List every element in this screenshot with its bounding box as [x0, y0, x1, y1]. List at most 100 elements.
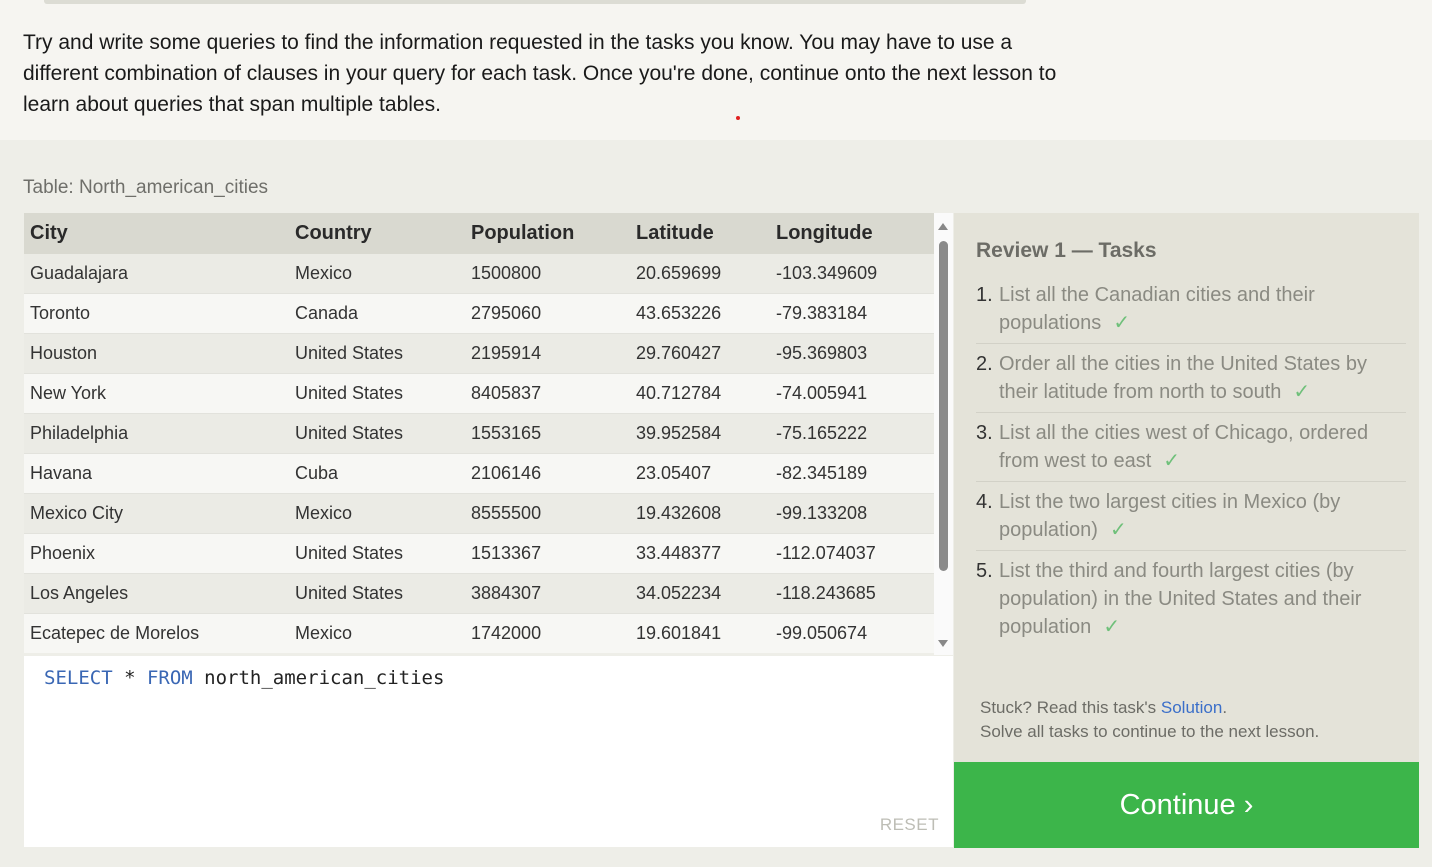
- task-item: 5. List the third and fourth largest citi…: [976, 557, 1406, 647]
- lesson-intro: Try and write some queries to find the i…: [0, 0, 1432, 140]
- table-cell: United States: [289, 333, 465, 374]
- table-row: Philadelphia United States 1553165 39.95258…: [24, 413, 934, 454]
- table-cell: 29.760427: [630, 333, 770, 374]
- table-cell: -99.133208: [770, 493, 934, 534]
- sql-query-line[interactable]: SELECT * FROM north_american_cities: [44, 667, 444, 689]
- continue-button[interactable]: Continue ›: [954, 762, 1419, 848]
- intro-text: Try and write some queries to find the i…: [23, 31, 1057, 116]
- table-cell: 2106146: [465, 453, 630, 494]
- checkmark-icon: ✓: [1163, 450, 1181, 472]
- table-cell: Guadalajara: [24, 254, 289, 294]
- cursor-dot: [736, 116, 740, 120]
- table-cell: 2195914: [465, 333, 630, 374]
- table-cell: New York: [24, 373, 289, 414]
- table-row: Houston United States 2195914 29.760427 -95.…: [24, 333, 934, 374]
- table-caption: Table: North_american_cities: [23, 177, 269, 198]
- table-cell: -99.050674: [770, 613, 934, 653]
- table-scrollbar[interactable]: [934, 213, 953, 655]
- table-cell: Mexico: [289, 613, 465, 653]
- table-cell: Mexico: [289, 254, 465, 294]
- column-header: Country: [289, 213, 465, 254]
- table-cell: 33.448377: [630, 533, 770, 574]
- table-cell: Houston: [24, 333, 289, 374]
- scroll-down-arrow-icon[interactable]: [938, 640, 948, 647]
- table-cell: Mexico: [289, 493, 465, 534]
- results-table-container[interactable]: City Country Population Latitude Longitu…: [24, 213, 934, 653]
- table-header-row: City Country Population Latitude Longitu…: [24, 213, 934, 254]
- table-cell: Los Angeles: [24, 573, 289, 614]
- column-header: Longitude: [770, 213, 934, 254]
- table-cell: -118.243685: [770, 573, 934, 614]
- checkmark-icon: ✓: [1103, 616, 1121, 638]
- table-cell: 1500800: [465, 254, 630, 294]
- table-cell: United States: [289, 533, 465, 574]
- table-row: Toronto Canada 2795060 43.653226 -79.383184: [24, 293, 934, 334]
- table-cell: Mexico City: [24, 493, 289, 534]
- stuck-suffix: .: [1222, 698, 1228, 717]
- table-cell: Havana: [24, 453, 289, 494]
- task-number: 3.: [976, 422, 993, 444]
- tasks-panel: Review 1 — Tasks 1. List all the Canadian…: [954, 213, 1419, 762]
- table-cell: Cuba: [289, 453, 465, 494]
- sql-operator: *: [112, 667, 147, 689]
- task-text: List the two largest cities in Mexico (b…: [999, 491, 1341, 541]
- task-list: 1. List all the Canadian cities and their…: [976, 281, 1406, 653]
- table-cell: United States: [289, 573, 465, 614]
- table-cell: -82.345189: [770, 453, 934, 494]
- table-cell: -79.383184: [770, 293, 934, 334]
- table-row: Havana Cuba 2106146 23.05407 -82.345189: [24, 453, 934, 494]
- table-row: New York United States 8405837 40.712784 -74…: [24, 373, 934, 414]
- table-cell: 1742000: [465, 613, 630, 653]
- task-item: 1. List all the Canadian cities and their…: [976, 281, 1406, 344]
- table-cell: 43.653226: [630, 293, 770, 334]
- table-cell: 34.052234: [630, 573, 770, 614]
- table-cell: Philadelphia: [24, 413, 289, 454]
- help-text: Stuck? Read this task's Solution. Solve …: [980, 696, 1319, 744]
- table-cell: Ecatepec de Morelos: [24, 613, 289, 653]
- table-cell: 19.432608: [630, 493, 770, 534]
- table-cell: Toronto: [24, 293, 289, 334]
- tasks-title: Review 1 — Tasks: [976, 239, 1157, 262]
- table-row: Mexico City Mexico 8555500 19.432608 -99.133…: [24, 493, 934, 534]
- reset-button[interactable]: RESET: [880, 815, 939, 835]
- table-cell: 19.601841: [630, 613, 770, 653]
- task-number: 1.: [976, 284, 993, 306]
- table-cell: -75.165222: [770, 413, 934, 454]
- sql-identifier: north_american_cities: [192, 667, 445, 689]
- table-cell: 23.05407: [630, 453, 770, 494]
- table-cell: 8405837: [465, 373, 630, 414]
- table-row: Phoenix United States 1513367 33.448377 -112…: [24, 533, 934, 574]
- sql-editor[interactable]: SELECT * FROM north_american_cities RESE…: [24, 656, 953, 847]
- task-number: 2.: [976, 353, 993, 375]
- checkmark-icon: ✓: [1109, 519, 1127, 541]
- table-cell: -74.005941: [770, 373, 934, 414]
- task-text: List the third and fourth largest cities…: [999, 560, 1362, 638]
- table-cell: United States: [289, 413, 465, 454]
- stuck-prefix: Stuck? Read this task's: [980, 698, 1161, 717]
- table-cell: 3884307: [465, 573, 630, 614]
- column-header: Population: [465, 213, 630, 254]
- column-header: City: [24, 213, 289, 254]
- task-text: List all the cities west of Chicago, ord…: [999, 422, 1369, 472]
- table-cell: -112.074037: [770, 533, 934, 574]
- table-cell: 2795060: [465, 293, 630, 334]
- solution-link[interactable]: Solution: [1161, 698, 1222, 717]
- sql-keyword: FROM: [146, 667, 193, 689]
- scroll-thumb[interactable]: [939, 241, 948, 571]
- task-item: 4. List the two largest cities in Mexico …: [976, 488, 1406, 551]
- task-item: 3. List all the cities west of Chicago, o…: [976, 419, 1406, 482]
- table-cell: -103.349609: [770, 254, 934, 294]
- table-cell: 40.712784: [630, 373, 770, 414]
- solve-all-text: Solve all tasks to continue to the next …: [980, 722, 1320, 741]
- table-cell: 1553165: [465, 413, 630, 454]
- table-cell: Canada: [289, 293, 465, 334]
- scroll-up-arrow-icon[interactable]: [938, 223, 948, 230]
- task-number: 5.: [976, 560, 993, 582]
- table-row: Ecatepec de Morelos Mexico 1742000 19.60184…: [24, 613, 934, 653]
- top-divider: [44, 0, 1026, 4]
- table-cell: -95.369803: [770, 333, 934, 374]
- table-row: Guadalajara Mexico 1500800 20.659699 -103.34…: [24, 254, 934, 294]
- task-text: Order all the cities in the United State…: [999, 353, 1367, 403]
- table-cell: 20.659699: [630, 254, 770, 294]
- table-cell: United States: [289, 373, 465, 414]
